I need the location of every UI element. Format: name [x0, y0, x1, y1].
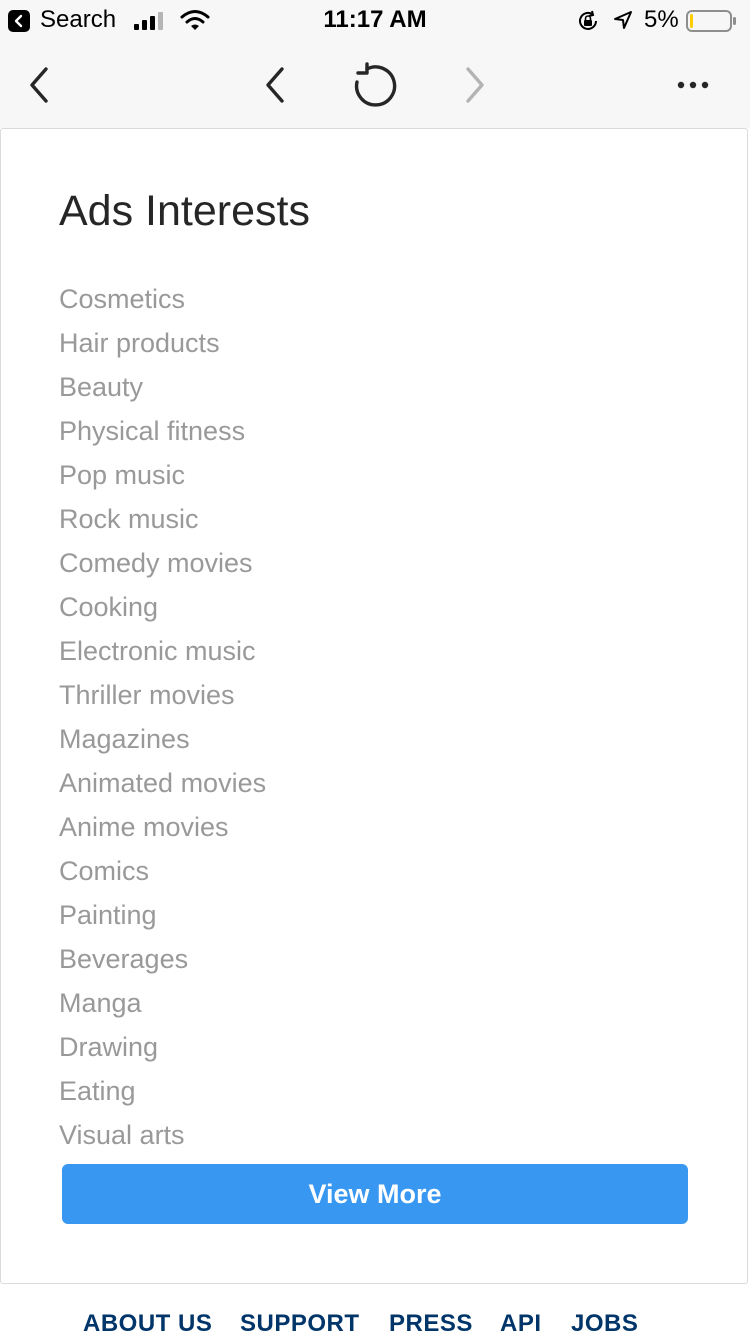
list-item: Eating — [59, 1076, 136, 1106]
back-arrow-icon — [266, 67, 284, 103]
list-item: Pop music — [59, 460, 186, 490]
reload-button[interactable] — [349, 60, 399, 110]
list-item: Manga — [59, 988, 142, 1018]
list-item: Beauty — [59, 372, 144, 402]
status-time: 11:17 AM — [323, 6, 427, 33]
page-title: Ads Interests — [59, 187, 310, 235]
forward-button[interactable] — [450, 60, 500, 110]
list-item: Painting — [59, 900, 157, 930]
reload-icon — [354, 62, 397, 107]
browser-nav-bar — [0, 40, 750, 128]
list-item: Cooking — [59, 592, 159, 622]
list-item: Visual arts — [59, 1120, 185, 1150]
list-item: Comedy movies — [59, 548, 253, 578]
list-item: Cosmetics — [59, 284, 186, 314]
close-back-button[interactable] — [14, 60, 64, 110]
list-item: Physical fitness — [59, 416, 246, 446]
more-options-button[interactable] — [668, 60, 718, 110]
list-item: Magazines — [59, 724, 190, 754]
list-item: Hair products — [59, 328, 220, 358]
list-item: Beverages — [59, 944, 189, 974]
location-arrow-icon — [614, 11, 632, 29]
more-icon — [677, 81, 709, 89]
view-more-button[interactable]: View More — [62, 1164, 688, 1224]
back-button[interactable] — [250, 60, 300, 110]
footer-nav: ABOUT US SUPPORT PRESS API JOBS — [0, 1300, 750, 1337]
forward-arrow-icon — [466, 67, 484, 103]
status-bar: Search 11:17 AM 5% — [0, 0, 750, 40]
list-item: Anime movies — [59, 812, 229, 842]
list-item: Drawing — [59, 1032, 159, 1062]
list-item: Animated movies — [59, 768, 267, 798]
list-item: Comics — [59, 856, 150, 886]
interest-list: Cosmetics Hair products Beauty Physical fit… — [59, 277, 266, 1157]
rotation-lock-icon — [579, 10, 597, 30]
battery-level — [690, 14, 693, 28]
ads-interests-card: Ads Interests Cosmetics Hair products Beau… — [0, 128, 748, 1284]
battery-icon — [686, 10, 736, 32]
list-item: Thriller movies — [59, 680, 235, 710]
list-item: Electronic music — [59, 636, 256, 666]
close-back-icon — [30, 67, 48, 103]
list-item: Rock music — [59, 504, 199, 534]
battery-percent: 5% — [644, 6, 679, 33]
